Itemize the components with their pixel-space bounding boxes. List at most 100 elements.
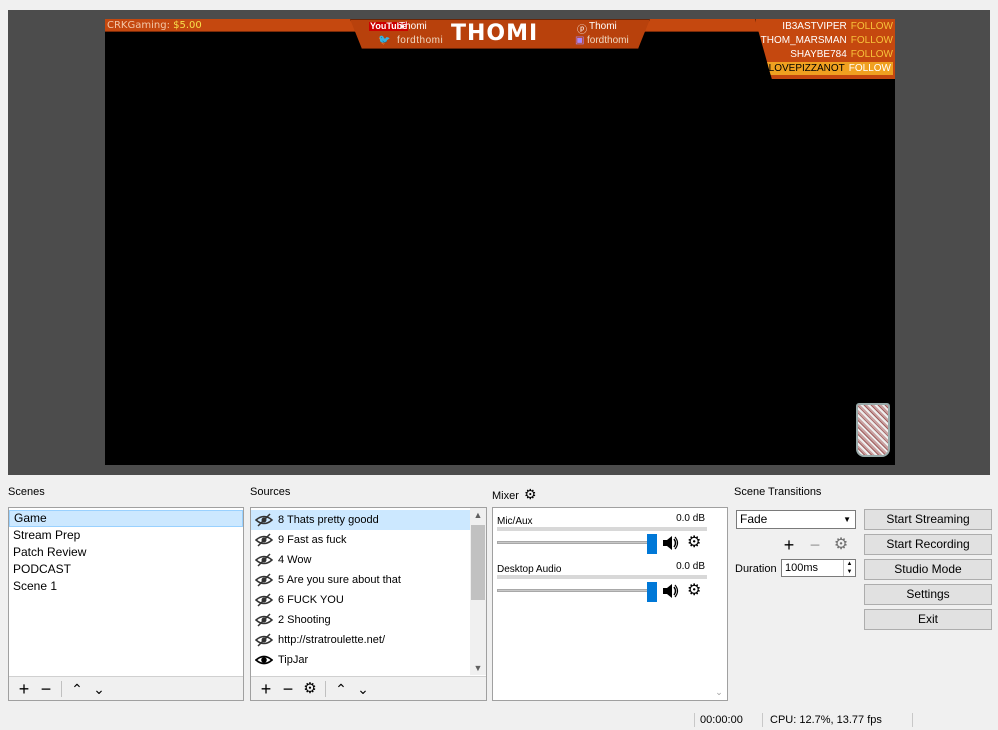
source-item[interactable]: 6 FUCK YOU	[251, 590, 470, 610]
remove-source-button[interactable]: −	[277, 678, 299, 700]
scroll-up-icon[interactable]: ▲	[470, 508, 486, 522]
source-item[interactable]: 9 Fast as fuck	[251, 530, 470, 550]
scenes-panel: Game Stream Prep Patch Review PODCAST Sc…	[8, 507, 244, 701]
source-label: 8 Thats pretty goodd	[278, 514, 379, 526]
speaker-icon[interactable]	[661, 534, 679, 552]
mixer-panel: Mic/Aux 0.0 dB ⚙ Desktop Audio 0.0 dB ⚙ …	[492, 507, 728, 701]
move-scene-down-button[interactable]: ⌄	[88, 678, 110, 700]
studio-mode-button[interactable]: Studio Mode	[864, 559, 992, 580]
scene-item[interactable]: Patch Review	[9, 544, 243, 561]
move-source-up-button[interactable]: ⌃	[330, 678, 352, 700]
dropdown-arrow-icon: ▼	[843, 515, 851, 524]
add-scene-button[interactable]: +	[13, 678, 35, 700]
stream-time: 00:00:00	[700, 714, 743, 726]
source-item[interactable]: 4 Wow	[251, 550, 470, 570]
tipjar-image	[856, 403, 890, 457]
source-label: 2 Shooting	[278, 614, 331, 626]
transition-gear-icon[interactable]: ⚙	[830, 534, 852, 556]
mixer-title: Mixer ⚙	[492, 486, 537, 502]
patreon-icon: ⓟ	[577, 25, 587, 36]
spin-arrows-icon[interactable]: ▲ ▼	[843, 560, 855, 576]
transition-buttons: + − ⚙	[778, 534, 852, 556]
remove-transition-button[interactable]: −	[804, 534, 826, 556]
twitch-name: fordthomi	[587, 35, 629, 46]
volume-slider-handle[interactable]	[647, 582, 657, 602]
scene-item[interactable]: Scene 1	[9, 578, 243, 595]
sources-list: 8 Thats pretty goodd 9 Fast as fuck 4 Wo…	[251, 508, 470, 670]
sources-title: Sources	[250, 486, 291, 498]
follower-row: IB3ASTVIPER FOLLOW	[782, 21, 893, 32]
add-source-button[interactable]: +	[255, 678, 277, 700]
duration-spinbox[interactable]: 100ms ▲ ▼	[781, 559, 856, 577]
mixer-gear-icon[interactable]: ⚙	[524, 486, 537, 502]
move-source-down-button[interactable]: ⌄	[352, 678, 374, 700]
volume-slider-handle[interactable]	[647, 534, 657, 554]
hidden-eye-icon[interactable]	[255, 593, 273, 607]
scene-item[interactable]: Stream Prep	[9, 527, 243, 544]
transitions-title: Scene Transitions	[734, 486, 822, 498]
speaker-icon[interactable]	[661, 582, 679, 600]
channel-gear-icon[interactable]: ⚙	[687, 582, 705, 600]
channel-gear-icon[interactable]: ⚙	[687, 534, 705, 552]
start-recording-button[interactable]: Start Recording	[864, 534, 992, 555]
twitter-name: fordthomi	[397, 35, 444, 46]
scroll-down-icon[interactable]: ⌄	[711, 687, 727, 698]
follower-row: SHAYBE784 FOLLOW	[790, 49, 893, 60]
source-label: http://stratroulette.net/	[278, 634, 386, 646]
volume-meter	[497, 527, 707, 531]
scenes-title: Scenes	[8, 486, 45, 498]
source-label: 5 Are you sure about that	[278, 574, 401, 586]
scene-item[interactable]: Game	[9, 510, 243, 527]
source-label: 9 Fast as fuck	[278, 534, 347, 546]
source-item[interactable]: http://stratroulette.net/	[251, 630, 470, 650]
status-bar: 00:00:00 CPU: 12.7%, 13.77 fps	[0, 710, 998, 730]
scroll-down-icon[interactable]: ▼	[470, 661, 486, 675]
scene-item[interactable]: PODCAST	[9, 561, 243, 578]
donation-text: CRKGaming: $5.00	[107, 20, 202, 31]
source-label: 6 FUCK YOU	[278, 594, 344, 606]
preview-canvas[interactable]: CRKGaming: $5.00 YouTube Thomi 🐦 fordtho…	[105, 19, 895, 465]
source-properties-gear-icon[interactable]: ⚙	[299, 678, 321, 700]
status-separator	[694, 713, 695, 727]
exit-button[interactable]: Exit	[864, 609, 992, 630]
source-item[interactable]: 8 Thats pretty goodd	[251, 510, 470, 530]
hidden-eye-icon[interactable]	[255, 633, 273, 647]
volume-slider[interactable]	[497, 589, 652, 592]
channel-name: Desktop Audio	[497, 564, 562, 575]
scroll-thumb[interactable]	[471, 525, 485, 600]
start-streaming-button[interactable]: Start Streaming	[864, 509, 992, 530]
source-label: TipJar	[278, 654, 309, 666]
channel-db: 0.0 dB	[676, 561, 705, 572]
add-transition-button[interactable]: +	[778, 534, 800, 556]
channel-db: 0.0 dB	[676, 513, 705, 524]
hidden-eye-icon[interactable]	[255, 513, 273, 527]
patreon-name: Thomi	[589, 21, 617, 32]
hidden-eye-icon[interactable]	[255, 613, 273, 627]
hidden-eye-icon[interactable]	[255, 573, 273, 587]
eye-icon[interactable]	[255, 653, 273, 667]
follower-row: ILOVEPIZZANOT FOLLOW	[763, 62, 893, 75]
toolbar-separator	[325, 680, 326, 697]
youtube-name: Thomi	[399, 21, 427, 32]
mixer-channel-mic: Mic/Aux 0.0 dB ⚙	[497, 513, 707, 554]
channel-name: Mic/Aux	[497, 516, 533, 527]
settings-button[interactable]: Settings	[864, 584, 992, 605]
status-separator	[912, 713, 913, 727]
mixer-scrollbar[interactable]: ⌄	[711, 508, 727, 700]
move-scene-up-button[interactable]: ⌃	[66, 678, 88, 700]
remove-scene-button[interactable]: −	[35, 678, 57, 700]
source-item[interactable]: 5 Are you sure about that	[251, 570, 470, 590]
volume-meter	[497, 575, 707, 579]
scenes-toolbar: + − ⌃ ⌄	[9, 676, 243, 700]
hidden-eye-icon[interactable]	[255, 553, 273, 567]
toolbar-separator	[61, 680, 62, 697]
source-item[interactable]: 2 Shooting	[251, 610, 470, 630]
sources-scrollbar[interactable]: ▲ ▼	[470, 508, 486, 675]
source-item[interactable]: TipJar	[251, 650, 470, 670]
hidden-eye-icon[interactable]	[255, 533, 273, 547]
volume-slider[interactable]	[497, 541, 652, 544]
transition-select[interactable]: Fade ▼	[736, 510, 856, 529]
follower-row: THOM_MARSMAN FOLLOW	[760, 35, 893, 46]
source-label: 4 Wow	[278, 554, 312, 566]
mixer-channel-desktop: Desktop Audio 0.0 dB ⚙	[497, 561, 707, 602]
